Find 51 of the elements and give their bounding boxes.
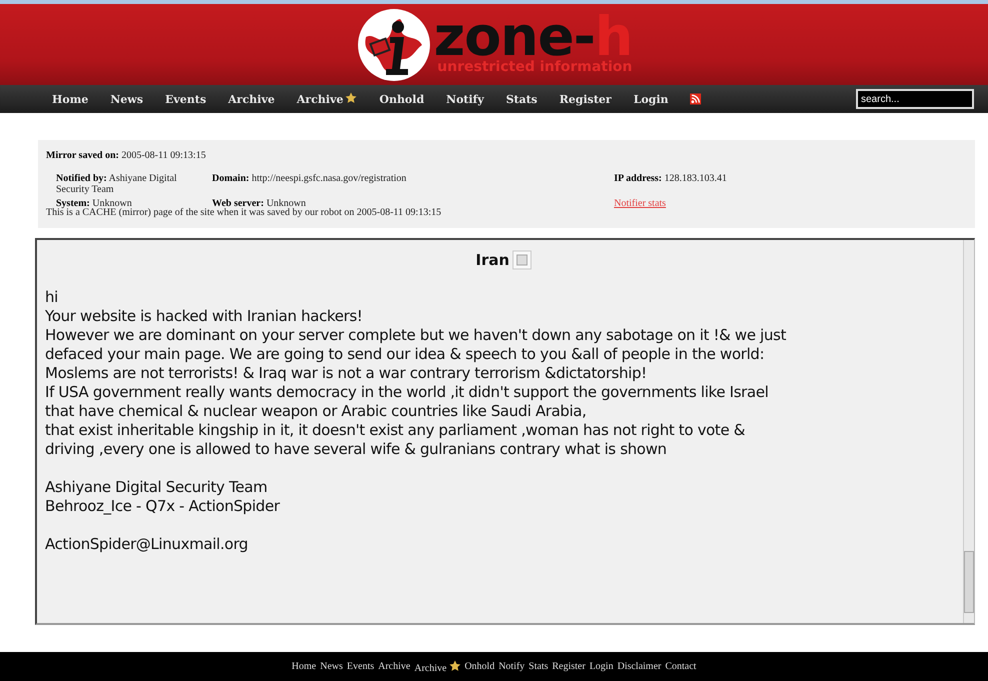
web-server-text: Web server: Unknown <box>212 198 307 209</box>
footer-link[interactable]: Home <box>292 661 316 672</box>
message-line: that have chemical & nuclear weapon or Arabic countries like Saudi Arabia, <box>45 402 588 421</box>
scrollbar[interactable] <box>963 240 974 623</box>
nav-link[interactable]: Home <box>52 92 88 106</box>
nav-link[interactable]: Login <box>633 92 668 106</box>
nav-link[interactable]: Register <box>559 92 612 106</box>
nav-link[interactable]: Onhold <box>379 92 424 106</box>
nav-link[interactable]: Notify <box>446 92 484 106</box>
ip-address-text: IP address: 128.183.103.41 <box>614 173 728 186</box>
footer-link[interactable]: News <box>320 661 343 672</box>
system-text: System: Unknown <box>56 198 132 209</box>
message-line: If USA government really wants democracy in the world ,it didn't support the governments like Israel <box>45 383 770 402</box>
footer-link[interactable]: Stats <box>528 661 548 672</box>
domain-text: Domain: http://neespi.gsfc.nasa.gov/registration <box>212 173 408 186</box>
footer-link[interactable]: Archive <box>414 660 461 674</box>
broken-image-icon <box>512 250 532 270</box>
nav-link[interactable]: Archive <box>296 92 358 106</box>
footer-link[interactable]: Login <box>589 661 614 672</box>
saved-date-text: Mirror saved on: 2005-08-11 09:13:15 <box>46 150 207 161</box>
footer-link[interactable]: Notify <box>498 661 525 672</box>
message-line: that exist inheritable kingship in it, it doesn't exist any parliament ,woman has not right to vote & <box>45 421 746 440</box>
footer-link[interactable]: Onhold <box>464 661 495 672</box>
message-line: Ashiyane Digital Security Team <box>45 478 268 497</box>
nav-link[interactable]: Stats <box>506 92 538 106</box>
rss-icon[interactable] <box>690 93 702 105</box>
footer-link[interactable]: Disclaimer <box>617 661 662 672</box>
message-line: ActionSpider@Linuxmail.org <box>45 535 249 554</box>
nav-link[interactable]: Events <box>165 92 206 106</box>
notifier-text: Notified by: Ashiyane Digital Security Team <box>56 173 178 195</box>
notifier-stats-link[interactable]: Notifier stats <box>614 198 666 209</box>
star-icon <box>345 92 358 104</box>
message-line: Your website is hacked with Iranian hackers! <box>45 307 364 326</box>
nav-link[interactable]: News <box>110 92 144 106</box>
footer-link[interactable]: Contact <box>665 661 696 672</box>
message-line: defaced your main page. We are going to send our idea & speech to you &all of people in the world: <box>45 345 766 364</box>
footer-link[interactable]: Archive <box>378 661 410 672</box>
message-line: driving ,every one is allowed to have several wife & gulranians contrary what is shown <box>45 440 668 459</box>
star-icon <box>448 660 461 672</box>
message-line: Moslems are not terrorists! & Iraq war is not a war contrary terrorism &dictatorship! <box>45 364 648 383</box>
search-field[interactable]: search... <box>856 89 974 109</box>
footer-link[interactable]: Register <box>552 661 586 672</box>
globe-logo-icon <box>356 6 432 82</box>
site-tagline: unrestricted information <box>437 60 632 74</box>
nav-link[interactable]: Archive <box>228 92 275 106</box>
cache-note: This is a CACHE (mirror) page of the site when it was saved by our robot on 2005-08-11 09:13:15 <box>46 207 442 218</box>
message-line: hi <box>45 288 59 307</box>
message-line: Behrooz_Ice - Q7x - ActionSpider <box>45 497 281 516</box>
footer-link[interactable]: Events <box>346 661 374 672</box>
page-title: Iran <box>476 251 510 269</box>
message-line: However we are dominant on your server complete but we haven't down any sabotage on it !& we just <box>45 326 787 345</box>
